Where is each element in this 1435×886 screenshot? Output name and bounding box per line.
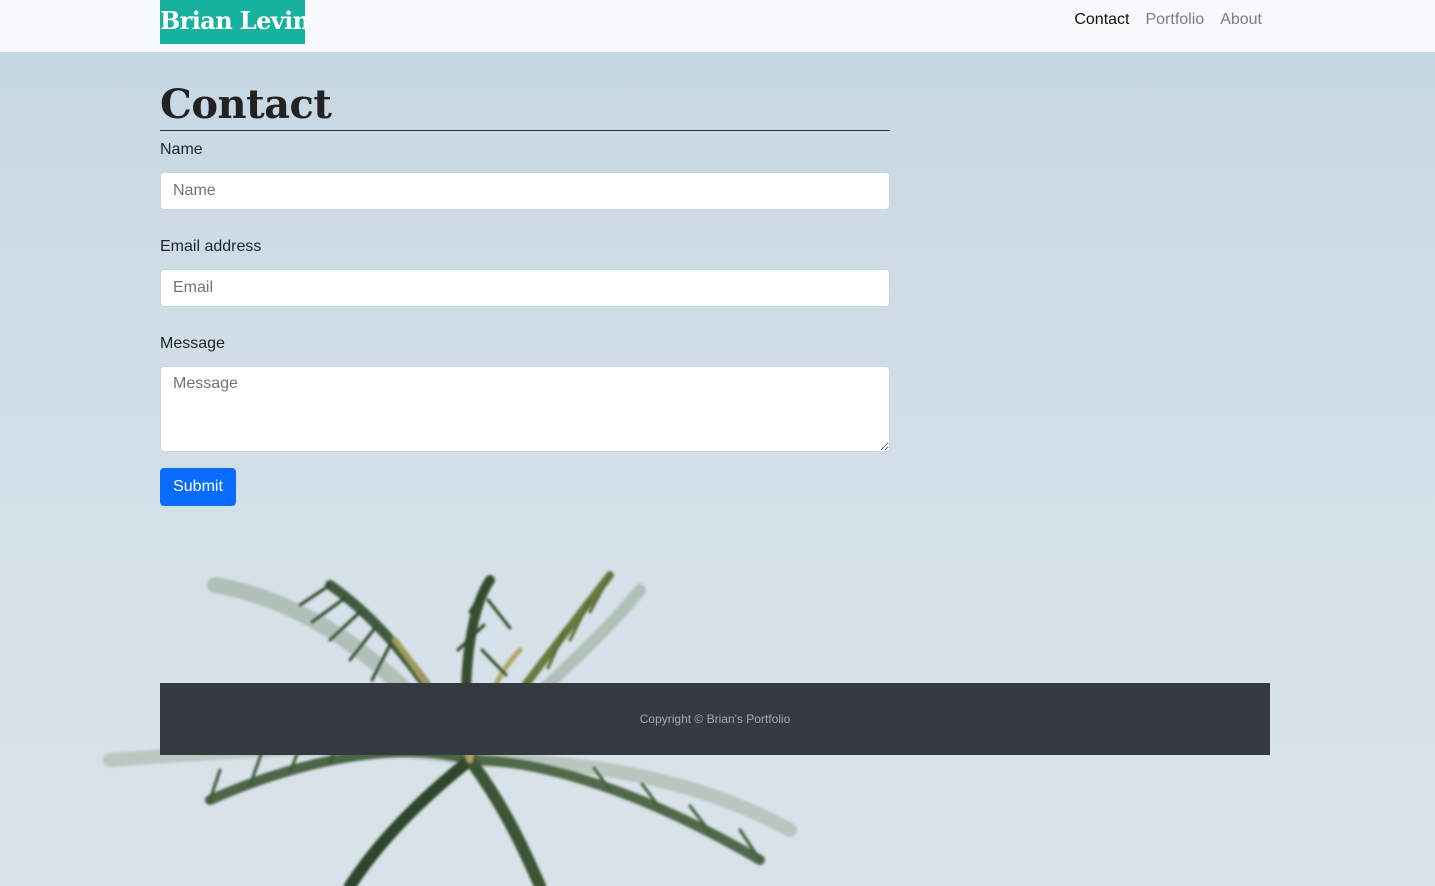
nav-links: Contact Portfolio About xyxy=(1074,10,1262,30)
contact-form: Name Email address Message Submit xyxy=(160,140,890,506)
email-input[interactable] xyxy=(160,269,890,307)
brand-logo[interactable]: Brian Levin xyxy=(160,0,305,44)
email-label: Email address xyxy=(160,238,262,255)
nav-link-portfolio[interactable]: Portfolio xyxy=(1145,10,1204,30)
nav-link-about[interactable]: About xyxy=(1220,10,1262,30)
nav-link-contact[interactable]: Contact xyxy=(1074,10,1129,30)
message-label: Message xyxy=(160,335,225,352)
contact-section: Contact Name Email address Message Submi… xyxy=(160,52,890,506)
footer: Copyright © Brian's Portfolio xyxy=(160,683,1270,755)
message-textarea[interactable] xyxy=(160,366,890,452)
footer-copyright: Copyright © Brian's Portfolio xyxy=(639,712,791,726)
submit-button[interactable]: Submit xyxy=(160,468,236,506)
navbar: Brian Levin Contact Portfolio About xyxy=(0,0,1435,52)
page-title: Contact xyxy=(160,52,890,131)
name-input[interactable] xyxy=(160,172,890,210)
name-label: Name xyxy=(160,141,203,158)
